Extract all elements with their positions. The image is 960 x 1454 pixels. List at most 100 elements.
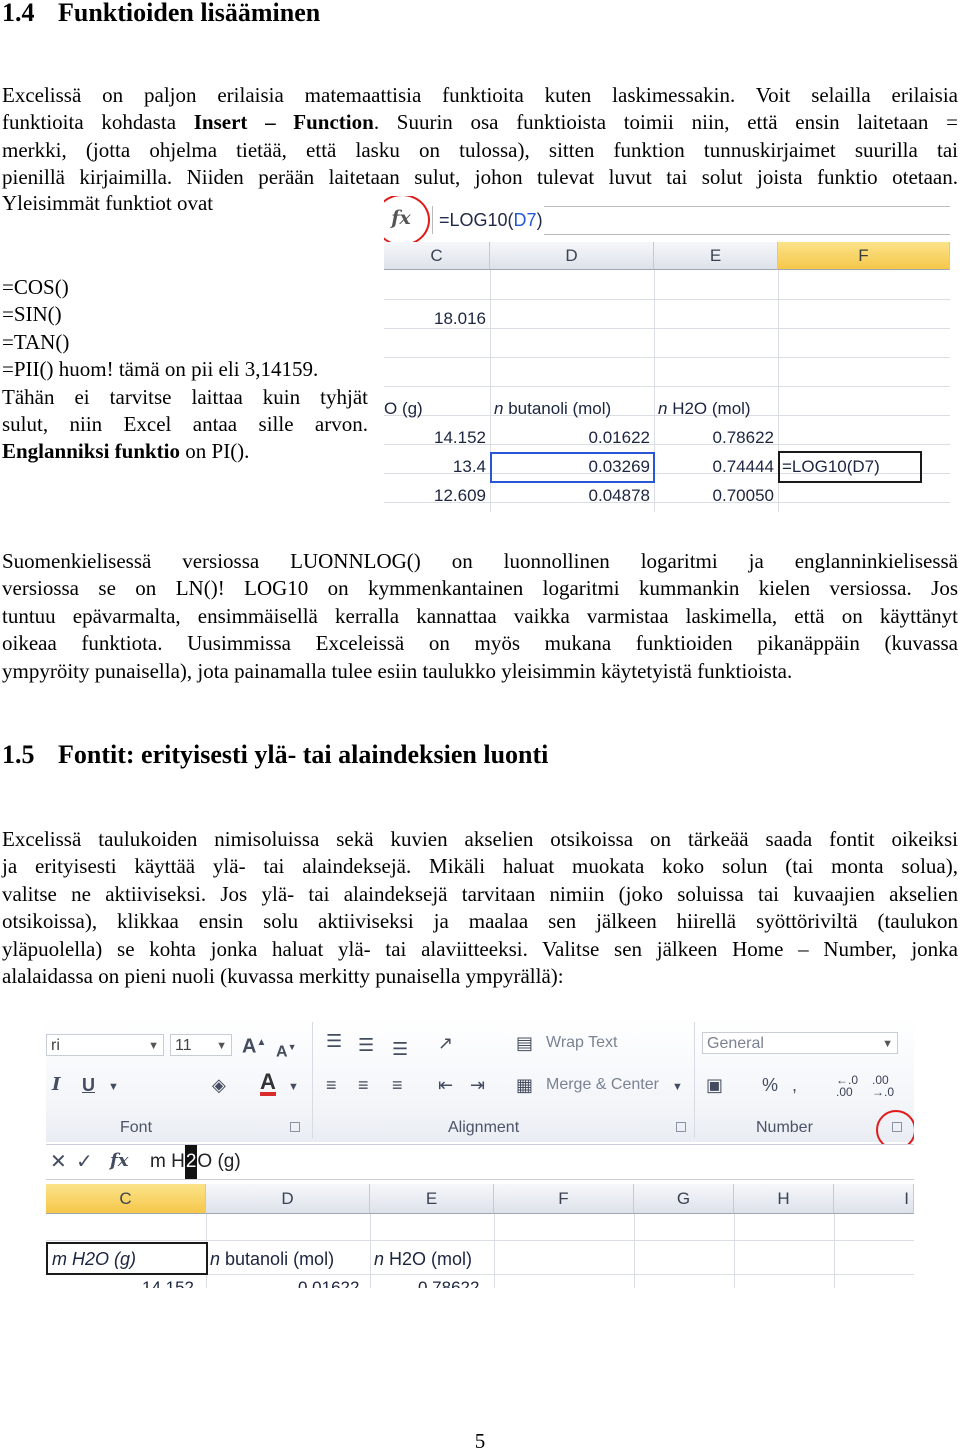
- grid-line: [494, 1214, 495, 1288]
- font-dialog-launcher-icon[interactable]: [290, 1122, 300, 1132]
- number-format-combo[interactable]: General ▼: [702, 1032, 898, 1054]
- decrease-indent-icon[interactable]: ⇤: [438, 1074, 453, 1096]
- comma-style-icon[interactable]: ,: [792, 1074, 797, 1096]
- column-header-f[interactable]: F: [778, 242, 950, 270]
- italic-icon[interactable]: I: [52, 1074, 60, 1096]
- menu-path-bold: Insert – Function: [193, 110, 374, 135]
- increase-indent-icon[interactable]: ⇥: [470, 1074, 485, 1096]
- align-bottom-icon[interactable]: ☰: [392, 1038, 408, 1060]
- grow-font-icon[interactable]: A▲: [242, 1032, 266, 1058]
- cell-header[interactable]: n butanoli (mol): [494, 394, 611, 423]
- ribbon: ri ▼ 11 ▼ A▲ A▼ I U ▼ ◈ A ▼ Font ☰ ☰ ☰ ↗ ≡…: [46, 1018, 914, 1142]
- enter-check-icon[interactable]: ✓: [76, 1151, 93, 1173]
- cell-value[interactable]: 0.74444: [654, 452, 774, 481]
- active-cell-value[interactable]: m H2O (g): [52, 1244, 136, 1274]
- shrink-font-icon[interactable]: A▼: [276, 1036, 296, 1063]
- text-line: tuntuu epävarmalta, ensimmäisellä kerral…: [2, 603, 958, 628]
- column-header-c[interactable]: C: [46, 1184, 206, 1214]
- chevron-down-icon[interactable]: ▼: [288, 1076, 299, 1098]
- column-header-c[interactable]: C: [384, 242, 490, 270]
- active-cell-outline: [778, 451, 922, 483]
- cell-value[interactable]: 13.4: [384, 452, 486, 481]
- text-line: sulut, niin Excel antaa sille arvon.: [2, 412, 368, 437]
- column-header-g[interactable]: G: [634, 1184, 734, 1214]
- cell-value[interactable]: 12.609: [384, 481, 486, 510]
- section-number: 1.5: [2, 740, 35, 769]
- cell-value[interactable]: 0.04878: [490, 481, 650, 510]
- font-name-combo[interactable]: ri ▼: [46, 1034, 164, 1056]
- cancel-icon[interactable]: ✕: [50, 1151, 67, 1173]
- cell-header[interactable]: O (g): [384, 394, 423, 423]
- merge-center-button[interactable]: Merge & Center: [546, 1074, 659, 1096]
- grid-line: [384, 299, 950, 300]
- underline-icon[interactable]: U: [82, 1074, 95, 1096]
- align-left-icon[interactable]: ≡: [326, 1074, 337, 1096]
- chevron-down-icon: ▼: [882, 1038, 893, 1050]
- merge-center-icon[interactable]: ▦: [516, 1074, 533, 1096]
- cell-text: butanoli (mol): [220, 1249, 335, 1269]
- align-top-icon[interactable]: ☰: [326, 1030, 342, 1052]
- column-header-h[interactable]: H: [734, 1184, 834, 1214]
- text-line: oikeaa funktiota. Uusimmissa Exceleissä …: [2, 631, 958, 656]
- alignment-dialog-launcher-icon[interactable]: [676, 1122, 686, 1132]
- cell-grid: 18.016 O (g) n butanoli (mol) n H2O (mol…: [384, 270, 950, 512]
- group-label-alignment: Alignment: [448, 1119, 520, 1136]
- accounting-format-icon[interactable]: ▣: [706, 1074, 723, 1096]
- formula-input[interactable]: =LOG10(D7): [432, 206, 950, 234]
- font-color-icon[interactable]: A: [260, 1071, 276, 1096]
- cell-value[interactable]: 0.01622: [490, 423, 650, 452]
- column-header-f[interactable]: F: [494, 1184, 634, 1214]
- column-header-d[interactable]: D: [206, 1184, 370, 1214]
- section-number: 1.4: [2, 0, 35, 27]
- chevron-down-icon: ▼: [148, 1040, 159, 1052]
- orientation-icon[interactable]: ↗: [438, 1032, 453, 1054]
- align-right-icon[interactable]: ≡: [392, 1074, 403, 1096]
- increase-decimal-button[interactable]: ←.0 .00: [836, 1074, 864, 1098]
- column-header-e[interactable]: E: [654, 242, 778, 270]
- text-line: Excelissä taulukoiden nimisoluissa sekä …: [2, 827, 958, 851]
- function-item: =COS(): [2, 275, 69, 299]
- text-span: . Suurin osa funktioista toimii niin, et…: [373, 110, 958, 135]
- excel-screenshot-log10: fx =LOG10(D7) C D E F 18.016 O (g) n but…: [384, 196, 950, 512]
- cell-value-partial[interactable]: 0.01622: [298, 1274, 359, 1288]
- section-title: Fontit: erityisesti ylä- tai alaindeksie…: [58, 740, 549, 769]
- selected-subscript-char: 2: [184, 1145, 198, 1179]
- section-heading-1-5: 1.5 Fontit: erityisesti ylä- tai alaindek…: [2, 740, 548, 770]
- cell-value-partial[interactable]: 14.152: [142, 1274, 194, 1288]
- align-center-icon[interactable]: ≡: [358, 1074, 369, 1096]
- function-item: =TAN(): [2, 329, 70, 354]
- wrap-text-button[interactable]: Wrap Text: [546, 1032, 617, 1054]
- cell-value[interactable]: 0.78622: [654, 423, 774, 452]
- percent-style-button[interactable]: %: [762, 1074, 778, 1096]
- formula-bar: fx =LOG10(D7): [384, 196, 950, 240]
- chevron-down-icon[interactable]: ▼: [672, 1076, 683, 1098]
- section-title: Funktioiden lisääminen: [58, 0, 321, 27]
- number-format-value: General: [707, 1035, 764, 1052]
- grid-line: [370, 1214, 371, 1288]
- fill-color-icon[interactable]: ◈: [212, 1074, 226, 1096]
- cell-header[interactable]: n H2O (mol): [658, 394, 751, 423]
- align-middle-icon[interactable]: ☰: [358, 1034, 374, 1056]
- formula-input[interactable]: m H2O (g): [150, 1145, 241, 1179]
- grid-line: [384, 386, 950, 387]
- cell-text: H2O (mol): [384, 1249, 473, 1269]
- decrease-decimal-button[interactable]: .00 →.0: [872, 1074, 902, 1098]
- cell-header[interactable]: n butanoli (mol): [210, 1244, 334, 1274]
- text-line: ja erityisesti käyttää ylä- tai alaindek…: [2, 854, 958, 879]
- cell-value[interactable]: 0.70050: [654, 481, 774, 510]
- chevron-down-icon[interactable]: ▼: [108, 1076, 119, 1098]
- cell-value[interactable]: 18.016: [384, 304, 486, 333]
- group-separator: [312, 1022, 313, 1138]
- text-line: versiossa se on LN()! LOG10 on kymmenkan…: [2, 576, 958, 601]
- grid-line: [734, 1214, 735, 1288]
- cell-header[interactable]: n H2O (mol): [374, 1244, 472, 1274]
- wrap-text-icon[interactable]: ▤: [516, 1032, 533, 1054]
- column-header-e[interactable]: E: [370, 1184, 494, 1214]
- cell-value-partial[interactable]: 0.78622: [418, 1274, 479, 1288]
- text-line: otsikoissa), klikkaa ensin solu aktiivis…: [2, 909, 958, 934]
- column-header-d[interactable]: D: [490, 242, 654, 270]
- insert-function-icon[interactable]: fx: [110, 1150, 128, 1172]
- font-size-combo[interactable]: 11 ▼: [170, 1034, 232, 1056]
- column-header-i[interactable]: I: [834, 1184, 914, 1214]
- cell-value[interactable]: 14.152: [384, 423, 486, 452]
